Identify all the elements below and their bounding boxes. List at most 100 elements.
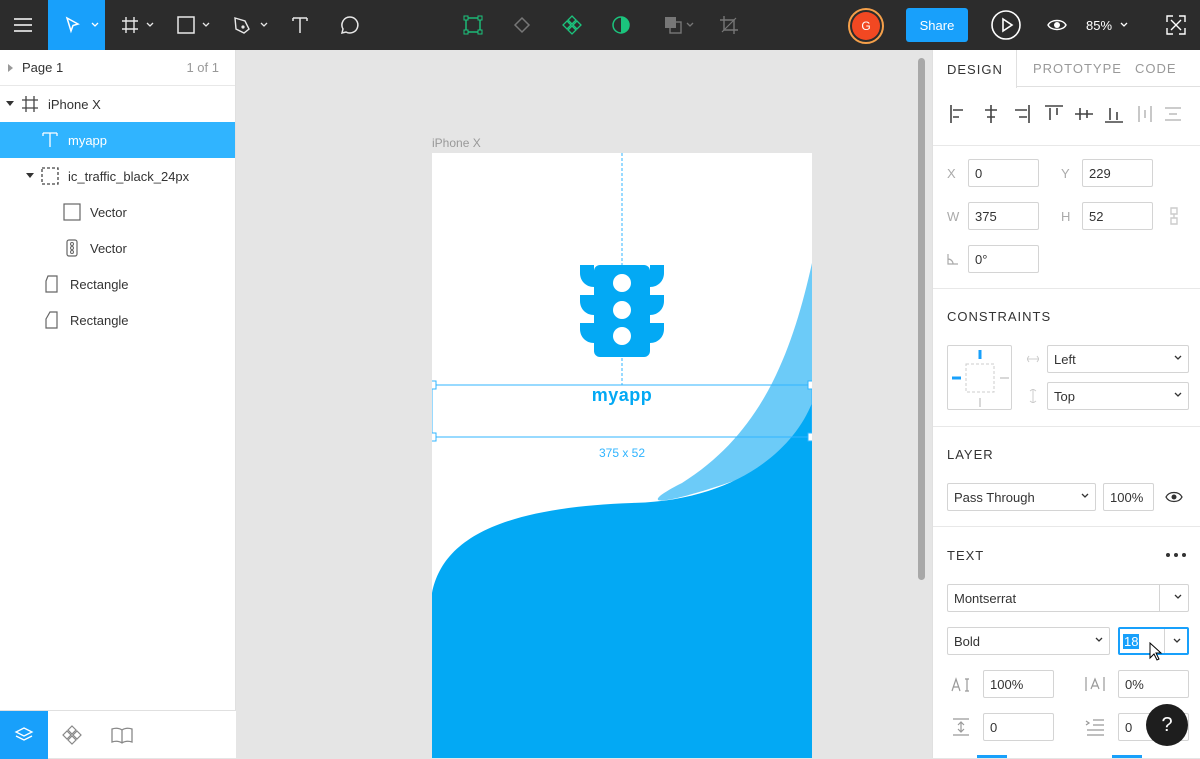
tab-prototype[interactable]: PROTOTYPE — [1033, 50, 1122, 87]
arrange-button[interactable] — [656, 0, 700, 50]
comment-tool-button[interactable] — [332, 0, 368, 50]
layer-name: iPhone X — [48, 96, 101, 112]
rectangle-shape-icon — [42, 274, 62, 294]
caret-down-icon — [6, 101, 14, 106]
chevron-down-icon — [91, 22, 99, 27]
y-input[interactable]: 229 — [1082, 159, 1153, 187]
paragraph-spacing-icon — [953, 718, 969, 736]
crop-button[interactable] — [712, 0, 746, 50]
cursor-icon — [65, 16, 80, 34]
rotation-input[interactable]: 0° — [968, 245, 1039, 273]
component-icon — [562, 15, 582, 35]
blend-mode-select[interactable]: Pass Through — [947, 483, 1096, 511]
pen-icon — [234, 17, 250, 34]
page-selector[interactable]: Page 1 1 of 1 — [0, 50, 235, 86]
layer-row-ic-traffic[interactable]: ic_traffic_black_24px — [0, 158, 235, 194]
constraints-widget[interactable] — [947, 345, 1012, 410]
letter-spacing-input[interactable]: 0% — [1118, 670, 1189, 698]
library-tab[interactable] — [98, 711, 146, 759]
opacity-input[interactable]: 100% — [1103, 483, 1154, 511]
layer-row-rectangle-2[interactable]: Rectangle — [0, 302, 235, 338]
chevron-down-icon — [146, 22, 154, 27]
chevron-down-icon — [260, 22, 268, 27]
height-input[interactable]: 52 — [1082, 202, 1153, 230]
tab-code[interactable]: CODE — [1135, 50, 1177, 87]
layer-title: LAYER — [947, 447, 994, 462]
left-panel-tabs — [0, 710, 236, 759]
font-weight-value: Bold — [954, 633, 981, 649]
menu-icon[interactable] — [0, 0, 46, 50]
user-avatar[interactable]: G — [848, 8, 884, 44]
frame-tool-button[interactable] — [110, 0, 160, 50]
width-input[interactable]: 375 — [968, 202, 1039, 230]
component-button[interactable] — [555, 0, 589, 50]
layers-tab[interactable] — [0, 711, 48, 759]
chevron-down-icon — [1174, 594, 1182, 599]
frame-icon — [122, 17, 138, 33]
font-family-value: Montserrat — [954, 590, 1017, 606]
present-button[interactable] — [988, 0, 1024, 50]
rectangle-shape-icon — [42, 310, 62, 330]
more-options-icon[interactable] — [1166, 553, 1186, 557]
line-height-icon — [951, 677, 969, 692]
app-title-text[interactable]: myapp — [432, 385, 812, 406]
x-label: X — [947, 166, 956, 181]
frame-icon — [20, 94, 40, 114]
chevron-down-icon — [1173, 638, 1181, 643]
layer-row-vector-1[interactable]: Vector — [0, 194, 235, 230]
components-tab[interactable] — [48, 711, 96, 759]
iphone-frame[interactable]: myapp 375 x 52 — [432, 153, 812, 758]
link-icon[interactable] — [1168, 206, 1180, 226]
eye-icon[interactable] — [1165, 491, 1183, 503]
letter-spacing-icon — [1085, 677, 1105, 691]
layer-row-myapp[interactable]: myapp — [0, 122, 235, 158]
font-weight-select[interactable]: Bold — [947, 627, 1110, 655]
comment-icon — [340, 16, 359, 35]
paragraph-spacing-input[interactable]: 0 — [983, 713, 1054, 741]
boolean-icon — [513, 16, 531, 34]
canvas-scrollbar[interactable] — [918, 58, 925, 580]
horizontal-arrow-icon — [1027, 355, 1039, 363]
frame-label[interactable]: iPhone X — [432, 136, 481, 150]
layer-name: ic_traffic_black_24px — [68, 168, 190, 184]
vertical-arrow-icon — [1029, 389, 1037, 403]
horizontal-constraint-select[interactable]: Left — [1047, 345, 1189, 373]
layer-row-vector-2[interactable]: Vector — [0, 230, 235, 266]
tab-design[interactable]: DESIGN — [933, 50, 1017, 88]
caret-right-icon — [8, 63, 13, 72]
move-tool-button[interactable] — [48, 0, 105, 50]
vertical-constraint-select[interactable]: Top — [1047, 382, 1189, 410]
panel-tabs: DESIGN PROTOTYPE CODE — [933, 50, 1200, 88]
line-height-input[interactable]: 100% — [983, 670, 1054, 698]
shape-tool-button[interactable] — [166, 0, 216, 50]
x-input[interactable]: 0 — [968, 159, 1039, 187]
layer-name: Rectangle — [70, 276, 129, 292]
blend-mode-value: Pass Through — [954, 489, 1035, 505]
page-count: 1 of 1 — [186, 60, 219, 75]
boolean-button[interactable] — [505, 0, 539, 50]
components-icon — [62, 725, 82, 745]
play-icon — [991, 10, 1021, 40]
text-tool-button[interactable] — [282, 0, 318, 50]
layers-panel: Page 1 1 of 1 iPhone X myapp ic_traffic_… — [0, 50, 236, 759]
mask-button[interactable] — [604, 0, 638, 50]
font-family-select[interactable]: Montserrat — [947, 584, 1189, 612]
constraints-title: CONSTRAINTS — [947, 309, 1052, 324]
fullscreen-button[interactable] — [1158, 0, 1194, 50]
font-size-value: 18 — [1123, 633, 1140, 649]
pen-tool-button[interactable] — [222, 0, 274, 50]
vertical-constraint-value: Top — [1054, 388, 1075, 404]
layer-name: Rectangle — [70, 312, 129, 328]
share-button[interactable]: Share — [906, 8, 968, 42]
chevron-down-icon — [1081, 493, 1089, 498]
expand-icon — [1166, 15, 1186, 35]
vector-edit-button[interactable] — [456, 0, 490, 50]
view-toggle-button[interactable] — [1040, 0, 1074, 50]
zoom-control[interactable]: 85% — [1086, 0, 1128, 50]
layer-row-rectangle-1[interactable]: Rectangle — [0, 266, 235, 302]
layer-row-iphone-x[interactable]: iPhone X — [0, 86, 235, 122]
help-button[interactable]: ? — [1146, 704, 1188, 746]
alignment-toolbar — [947, 102, 1197, 126]
chevron-down-icon — [1174, 355, 1182, 360]
layers-icon — [14, 727, 34, 741]
